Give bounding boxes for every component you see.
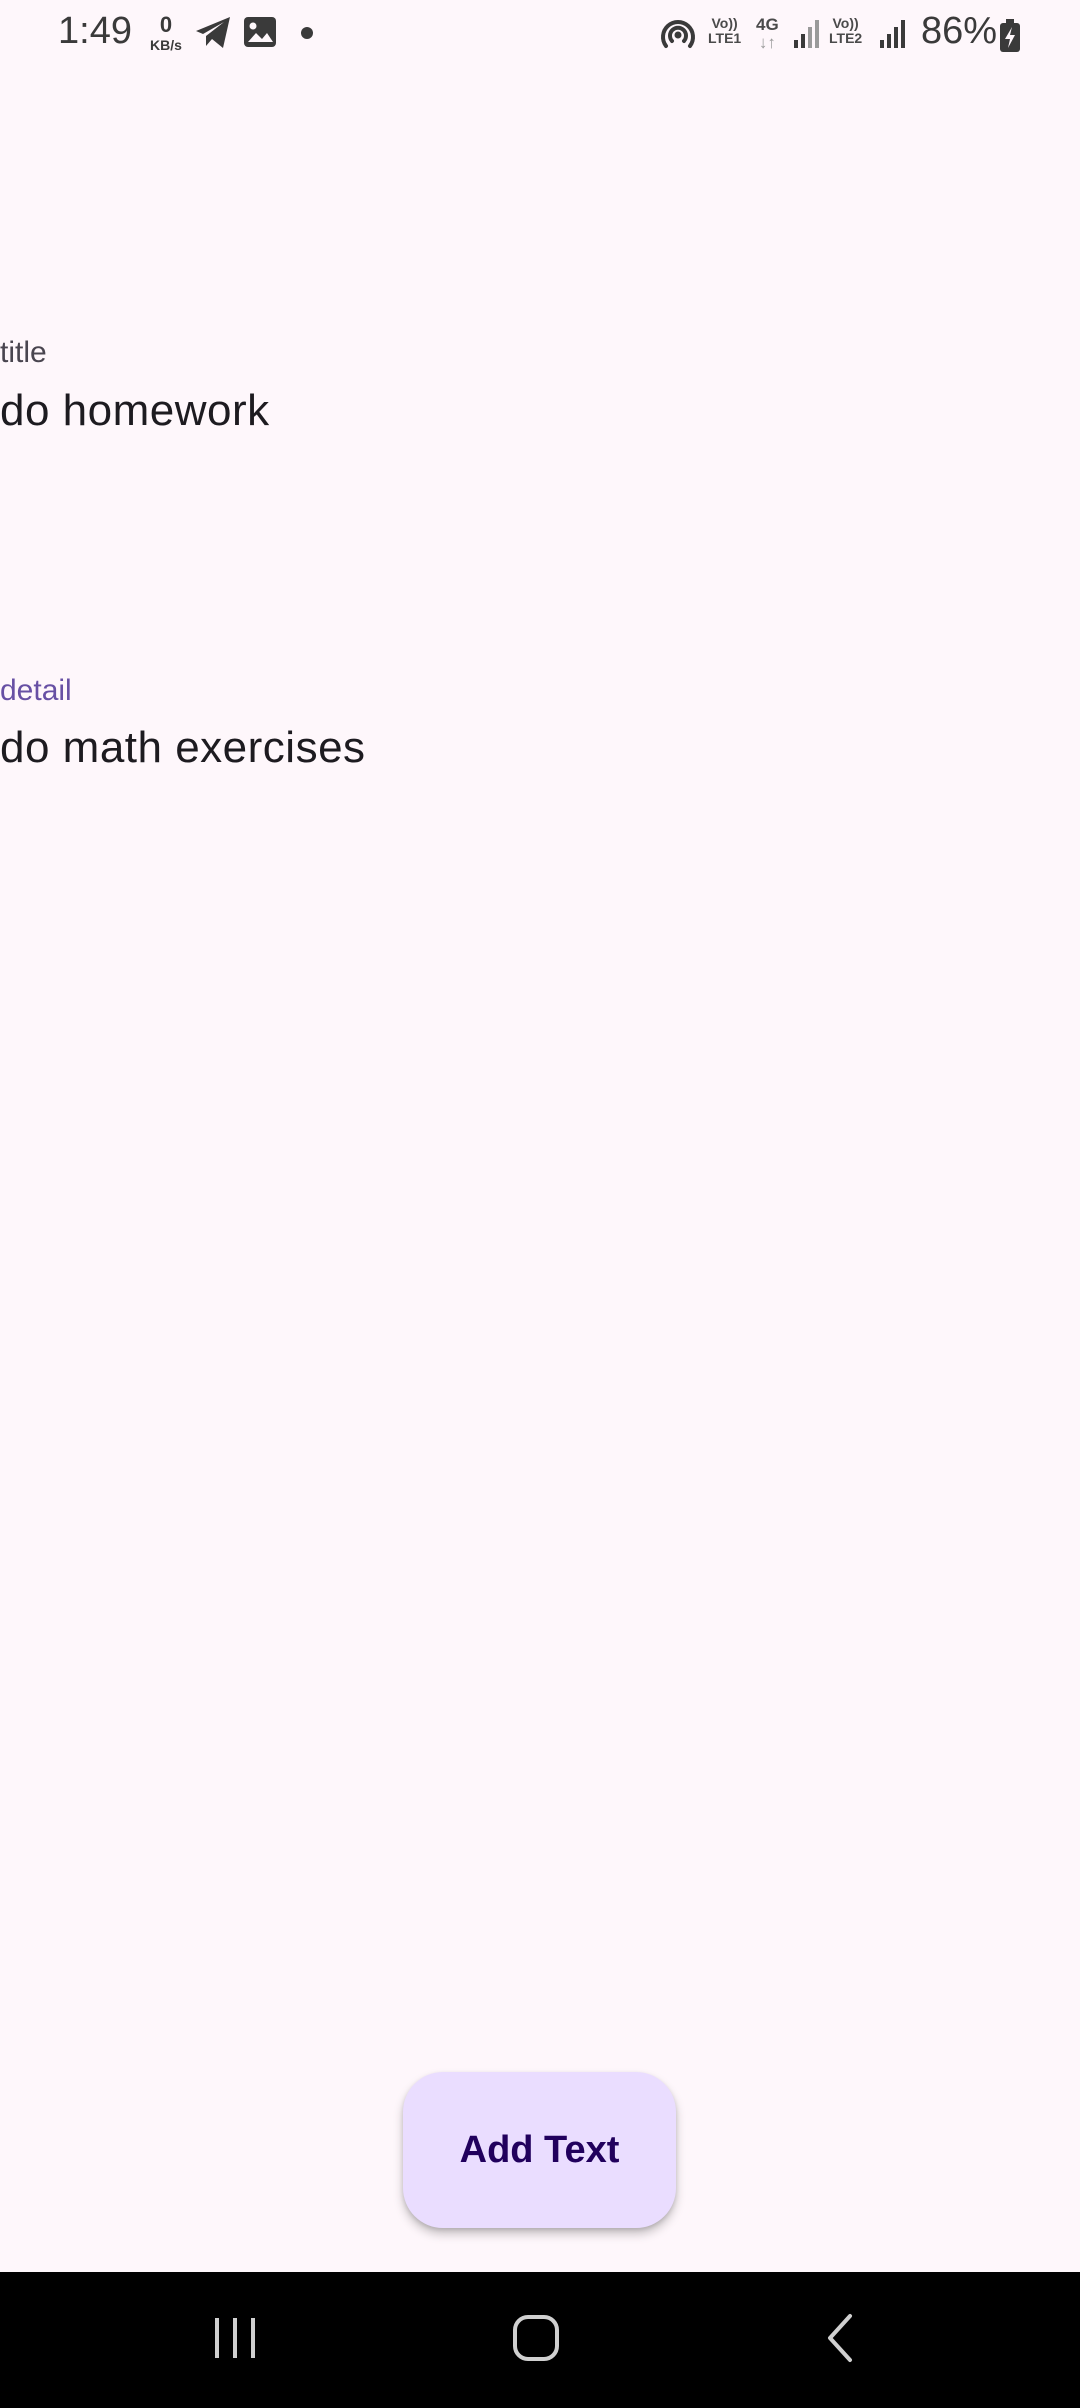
status-time: 1:49 [58,10,132,52]
sim2-volte-bottom: LTE2 [829,29,863,46]
signal-icon [792,18,822,55]
app-screen: 1:49 0 KB/s Vo)) LTE1 4G ↓↑ Vo)) LTE2 86… [0,0,1080,2408]
navigation-bar [0,2272,1080,2408]
home-icon [512,2314,560,2367]
network-speed-value: 0 [159,12,173,37]
telegram-icon [194,14,232,55]
title-field-label: title [0,336,47,369]
network-speed: 0 KB/s [144,12,188,53]
battery-percent: 86% [921,10,998,52]
network-type: 4G ↓↑ [756,16,779,52]
add-text-button[interactable]: Add Text [403,2072,676,2228]
gallery-icon [242,14,278,55]
network-speed-unit: KB/s [150,37,182,53]
back-button[interactable] [760,2272,920,2408]
recent-apps-button[interactable] [155,2272,315,2408]
data-arrows-icon: ↓↑ [758,32,776,52]
back-icon [825,2313,855,2368]
network-type-label: 4G [756,15,779,34]
recent-apps-icon [210,2316,260,2365]
add-text-button-label: Add Text [459,2128,620,2171]
sim1-volte-top: Vo)) [711,15,738,31]
sim2-volte-top: Vo)) [832,15,859,31]
detail-field[interactable]: do math exercises [0,726,366,770]
battery-charging-icon [998,18,1022,59]
status-bar: 1:49 0 KB/s Vo)) LTE1 4G ↓↑ Vo)) LTE2 86… [0,0,1080,70]
home-button[interactable] [456,2272,616,2408]
sim1-volte: Vo)) LTE1 [708,16,741,45]
sim2-volte: Vo)) LTE2 [829,16,862,45]
detail-field-label: detail [0,674,72,707]
hotspot-icon [659,16,697,59]
notification-dot-icon [300,26,314,45]
signal-icon [878,18,908,55]
title-field[interactable]: do homework [0,389,270,433]
sim1-volte-bottom: LTE1 [708,29,742,46]
